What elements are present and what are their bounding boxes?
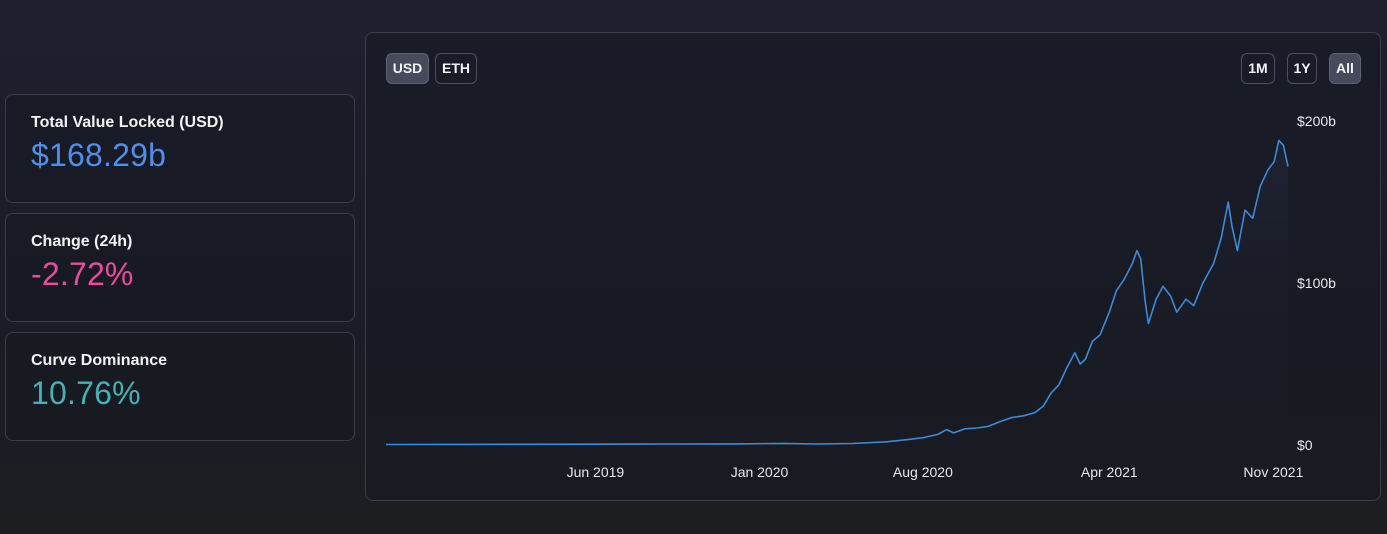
stat-label: Change (24h) (31, 233, 133, 250)
x-tick-label: Jun 2019 (567, 464, 625, 480)
tvl-chart-panel: USD ETH 1M 1Y All Jun 2019 Jan 2020 Aug 20… (365, 32, 1381, 501)
x-tick-label: Jan 2020 (731, 464, 789, 480)
y-tick-label: $100b (1297, 275, 1336, 291)
y-tick-label: $0 (1297, 437, 1313, 453)
x-tick-label: Apr 2021 (1081, 464, 1138, 480)
stat-label: Total Value Locked (USD) (31, 114, 224, 131)
x-tick-label: Aug 2020 (893, 464, 953, 480)
stat-value: -2.72% (31, 256, 134, 292)
stat-card-change-24h: Change (24h) -2.72% (5, 213, 355, 322)
stat-card-tvl: Total Value Locked (USD) $168.29b (5, 94, 355, 203)
x-tick-label: Nov 2021 (1243, 464, 1303, 480)
tvl-line-chart[interactable]: Jun 2019 Jan 2020 Aug 2020 Apr 2021 Nov 2021… (366, 33, 1380, 500)
stat-label: Curve Dominance (31, 352, 168, 369)
y-tick-label: $200b (1297, 113, 1336, 129)
stat-card-curve-dominance: Curve Dominance 10.76% (5, 332, 355, 441)
stat-value: 10.76% (31, 375, 141, 411)
stat-value: $168.29b (31, 137, 167, 173)
tvl-area-fill (386, 140, 1288, 445)
